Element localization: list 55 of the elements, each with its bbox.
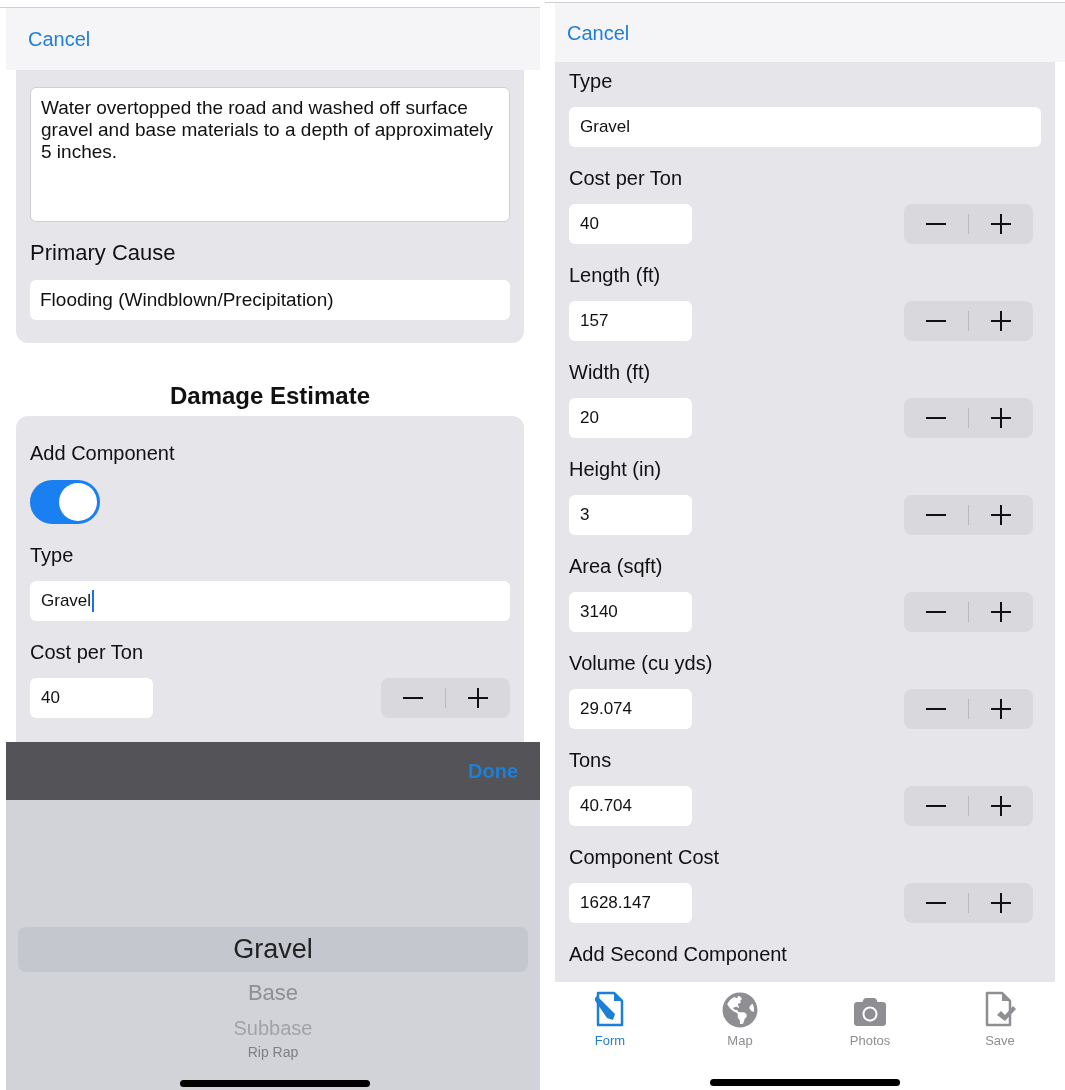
text-field[interactable]: Gravel	[569, 107, 1041, 147]
number-field[interactable]: 157	[569, 301, 692, 341]
field-label: Add Component	[30, 441, 176, 466]
text-field[interactable]: Flooding (Windblown/Precipitation)	[30, 280, 510, 320]
number-field[interactable]: 20	[569, 398, 692, 438]
minus-icon	[926, 805, 946, 807]
plus-icon	[991, 214, 1011, 234]
number-field[interactable]: 40	[30, 678, 153, 718]
description-text-area[interactable]: Water overtopped the road and washed off surface gravel and base materials to a depth of approximately 5 inches.	[30, 87, 510, 222]
plus-icon	[991, 408, 1011, 428]
plus-icon	[991, 796, 1011, 816]
field-label: Cost per Ton	[569, 166, 684, 191]
globe-icon	[722, 991, 758, 1028]
minus-icon	[926, 902, 946, 904]
section-title: Damage Estimate	[169, 383, 371, 409]
picker-option[interactable]: Gravel	[18, 927, 528, 972]
cancel-button[interactable]: Cancel	[28, 24, 91, 54]
plus-icon	[991, 505, 1011, 525]
plus-icon	[468, 688, 488, 708]
field-label: Area (sqft)	[569, 554, 664, 579]
toggle-switch[interactable]	[30, 480, 100, 524]
number-field[interactable]: 40	[569, 204, 692, 244]
plus-icon	[991, 699, 1011, 719]
field-label: Width (ft)	[569, 360, 652, 385]
minus-icon	[926, 320, 946, 322]
field-label: Type	[30, 543, 75, 568]
number-field[interactable]: 3140	[569, 592, 692, 632]
minus-icon	[926, 708, 946, 710]
document-check-icon	[984, 989, 1016, 1028]
number-field[interactable]: 29.074	[569, 689, 692, 729]
tab-item[interactable]: Form	[545, 982, 675, 1054]
minus-icon	[926, 417, 946, 419]
field-label: Cost per Ton	[30, 640, 145, 665]
field-label: Tons	[569, 748, 613, 773]
plus-icon	[991, 311, 1011, 331]
minus-icon	[926, 611, 946, 613]
field-label: Volume (cu yds)	[569, 651, 714, 676]
number-field[interactable]: 40.704	[569, 786, 692, 826]
field-label: Height (in)	[569, 457, 663, 482]
camera-icon	[854, 995, 886, 1028]
field-label: Primary Cause	[30, 240, 177, 266]
minus-icon	[926, 223, 946, 225]
field-label: Add Second Component	[569, 942, 788, 967]
number-field[interactable]: 1628.147	[569, 883, 692, 923]
number-field[interactable]: 3	[569, 495, 692, 535]
minus-icon	[926, 514, 946, 516]
field-label: Length (ft)	[569, 263, 662, 288]
cancel-button[interactable]: Cancel	[567, 17, 630, 48]
document-pencil-icon	[595, 989, 625, 1028]
plus-icon	[991, 602, 1011, 622]
plus-icon	[991, 893, 1011, 913]
text-field[interactable]: Gravel	[30, 581, 510, 621]
field-label: Type	[569, 69, 614, 94]
minus-icon	[403, 697, 423, 699]
field-label: Component Cost	[569, 845, 721, 870]
